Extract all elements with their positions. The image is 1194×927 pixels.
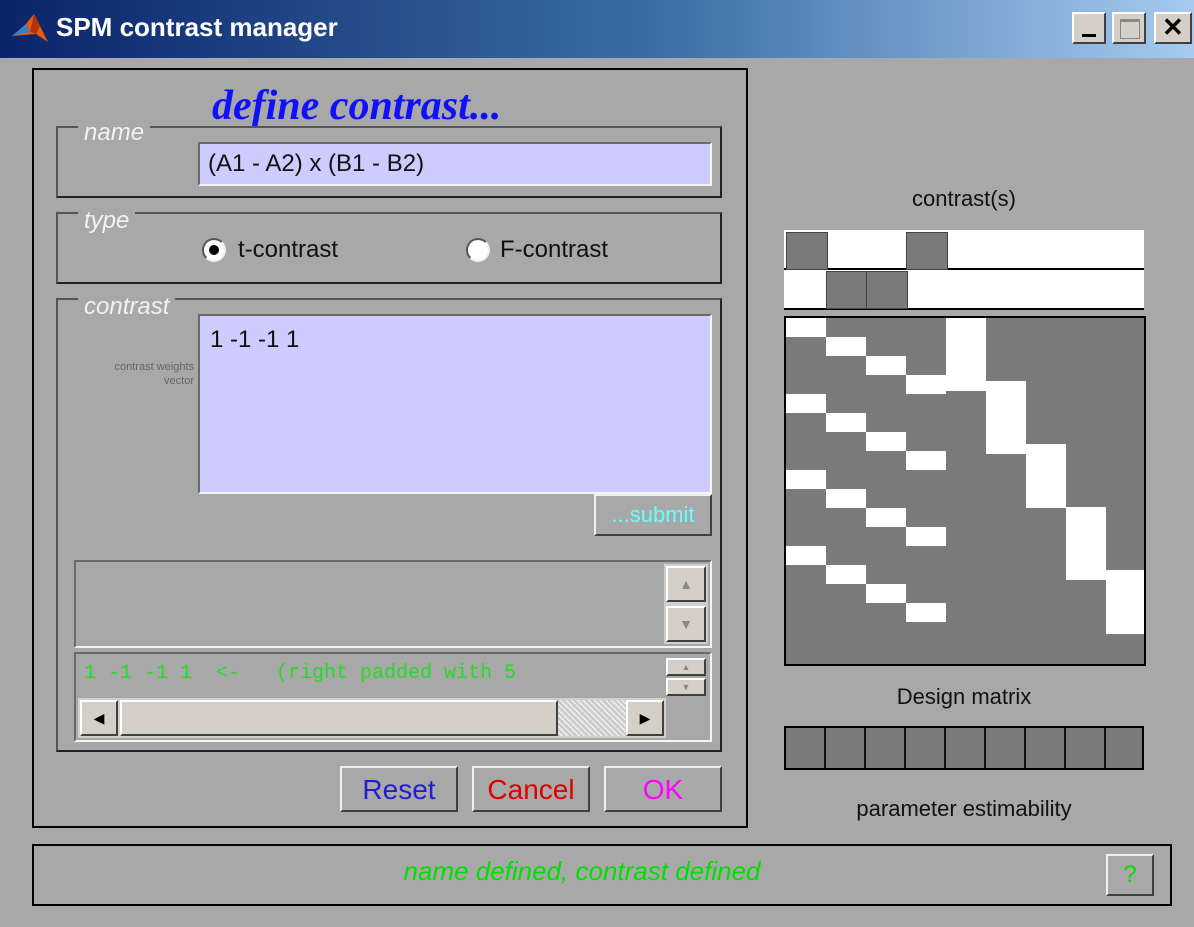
- design-matrix-cell: [826, 413, 866, 432]
- scroll-up-button[interactable]: ▲: [666, 566, 706, 602]
- design-matrix-cell: [1066, 507, 1106, 580]
- window-title: SPM contrast manager: [56, 12, 338, 42]
- type-group-label: type: [78, 208, 136, 234]
- reset-button[interactable]: Reset: [340, 766, 458, 812]
- cancel-button[interactable]: Cancel: [472, 766, 590, 812]
- status-text: name defined, contrast defined: [403, 856, 761, 886]
- design-matrix-cell: [866, 356, 906, 375]
- design-matrix-cell: [1026, 444, 1066, 508]
- scroll-right-button[interactable]: ▶: [626, 700, 664, 736]
- t-contrast-radio[interactable]: [202, 238, 226, 262]
- type-group: [56, 212, 722, 284]
- help-button[interactable]: ?: [1106, 854, 1154, 896]
- title-bar: SPM contrast manager ✕: [0, 0, 1194, 58]
- contrast-weights-label: contrast weights vector: [114, 361, 194, 387]
- scroll-down-button[interactable]: ▼: [666, 606, 706, 642]
- design-matrix-cell: [906, 451, 946, 470]
- scroll-left-button[interactable]: ◀: [80, 700, 118, 736]
- contrast-group-label: contrast: [78, 294, 176, 320]
- info-listbox[interactable]: [74, 560, 712, 648]
- f-contrast-label[interactable]: F-contrast: [500, 236, 608, 264]
- design-matrix-cell: [986, 381, 1026, 454]
- design-matrix-label: Design matrix: [896, 684, 1032, 709]
- parsed-scroll-up-button[interactable]: ▲: [666, 658, 706, 676]
- matlab-logo-icon: [12, 14, 48, 42]
- design-matrix-cell: [946, 318, 986, 391]
- contrast-weights-input[interactable]: 1 -1 -1 1: [198, 314, 712, 494]
- design-matrix[interactable]: [784, 316, 1146, 666]
- design-matrix-cell: [866, 508, 906, 527]
- scroll-track[interactable]: [558, 700, 626, 736]
- minimize-button[interactable]: [1072, 12, 1106, 44]
- contrast-cell: [866, 271, 908, 309]
- submit-button[interactable]: ...submit: [594, 494, 712, 536]
- design-matrix-cell: [866, 584, 906, 603]
- contrast-cell: [786, 232, 828, 270]
- maximize-icon: [1120, 19, 1140, 39]
- design-matrix-cell: [786, 318, 826, 337]
- contrast-cell: [906, 232, 948, 270]
- close-button[interactable]: ✕: [1154, 12, 1192, 44]
- design-matrix-cell: [906, 603, 946, 622]
- design-matrix-cell: [826, 337, 866, 356]
- design-matrix-cell: [786, 470, 826, 489]
- design-matrix-cell: [826, 489, 866, 508]
- design-matrix-cell: [786, 394, 826, 413]
- estimability-label: parameter estimability: [856, 796, 1072, 821]
- design-matrix-cell: [906, 527, 946, 546]
- minimize-icon: [1082, 34, 1096, 37]
- parsed-scroll-down-button[interactable]: ▼: [666, 678, 706, 696]
- scroll-thumb[interactable]: [120, 700, 558, 736]
- design-matrix-cell: [826, 565, 866, 584]
- maximize-button[interactable]: [1112, 12, 1146, 44]
- contrasts-label: contrast(s): [912, 186, 1016, 211]
- close-icon: ✕: [1162, 12, 1184, 42]
- radio-selected-dot: [209, 245, 219, 255]
- design-matrix-cells: [786, 318, 1144, 664]
- parsed-contrast-text: 1 -1 -1 1 <- (right padded with 5: [84, 662, 517, 685]
- design-matrix-cell: [1106, 570, 1144, 634]
- ok-button[interactable]: OK: [604, 766, 722, 812]
- estimability-bar: [784, 726, 1144, 770]
- design-matrix-cell: [906, 375, 946, 394]
- contrast-row-divider: [784, 268, 1144, 270]
- contrast-row-1: [784, 230, 1144, 268]
- design-matrix-cell: [786, 546, 826, 565]
- page-title: define contrast...: [212, 83, 502, 129]
- name-group-label: name: [78, 120, 151, 146]
- contrast-name-input[interactable]: (A1 - A2) x (B1 - B2): [198, 142, 712, 186]
- f-contrast-radio[interactable]: [466, 238, 490, 262]
- contrast-cell: [826, 271, 868, 309]
- contrast-display[interactable]: [784, 230, 1144, 310]
- t-contrast-label[interactable]: t-contrast: [238, 236, 338, 264]
- design-matrix-cell: [866, 432, 906, 451]
